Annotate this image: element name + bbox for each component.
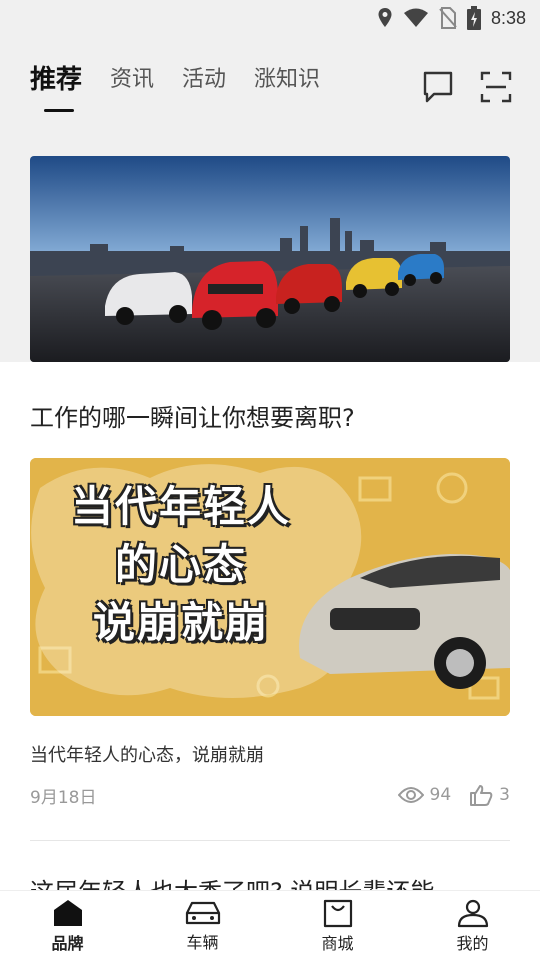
car-icon bbox=[185, 901, 220, 924]
header-actions bbox=[422, 70, 512, 104]
nav-mall[interactable]: 商城 bbox=[270, 891, 405, 960]
location-icon bbox=[378, 8, 392, 27]
cover-line-2: 的心态 bbox=[114, 540, 247, 589]
cover-line-1: 当代年轻人 bbox=[70, 482, 291, 531]
tab-recommended[interactable]: 推荐 bbox=[30, 60, 82, 112]
battery-charging-icon bbox=[466, 6, 481, 30]
scan-icon[interactable] bbox=[480, 70, 512, 104]
message-icon[interactable] bbox=[422, 70, 454, 104]
article-summary[interactable]: 当代年轻人的心态，说崩就崩 bbox=[30, 741, 264, 767]
status-time: 8:38 bbox=[490, 7, 526, 28]
tab-activities[interactable]: 活动 bbox=[182, 60, 226, 100]
nav-mall-label: 商城 bbox=[321, 933, 354, 953]
tab-news[interactable]: 资讯 bbox=[110, 60, 154, 100]
no-sim-icon bbox=[439, 7, 457, 29]
nav-vehicles-label: 车辆 bbox=[186, 932, 219, 952]
like-count-value: 3 bbox=[499, 785, 510, 805]
next-article-title[interactable]: 这届年轻人也太香了吧? 说明长辈还能 bbox=[30, 872, 510, 892]
nav-vehicles[interactable]: 车辆 bbox=[135, 891, 270, 960]
banner-image[interactable] bbox=[30, 156, 510, 362]
like-button[interactable]: 3 bbox=[469, 784, 510, 806]
article-meta: 9月18日 94 3 bbox=[30, 782, 510, 808]
article-date: 9月18日 bbox=[30, 787, 97, 808]
tab-knowledge[interactable]: 涨知识 bbox=[254, 60, 320, 100]
nav-brand[interactable]: 品牌 bbox=[0, 891, 135, 960]
nav-mine-label: 我的 bbox=[456, 933, 489, 953]
view-count-value: 94 bbox=[429, 785, 452, 805]
cover-headline: 当代年轻人 的心态 说崩就崩 bbox=[46, 478, 316, 652]
user-icon bbox=[457, 899, 488, 927]
view-count: 94 bbox=[397, 785, 452, 805]
bottom-navigation: 品牌 车辆 商城 我的 bbox=[0, 890, 540, 960]
eye-icon bbox=[397, 787, 424, 803]
article-divider bbox=[30, 840, 510, 841]
category-tabs: 推荐 资讯 活动 涨知识 bbox=[30, 60, 348, 112]
banner-cars-illustration bbox=[30, 156, 510, 362]
nav-mine[interactable]: 我的 bbox=[405, 891, 540, 960]
wifi-icon bbox=[403, 8, 428, 27]
cover-line-3: 说崩就崩 bbox=[92, 598, 269, 647]
thumbs-up-icon bbox=[470, 785, 493, 806]
article-cover-image[interactable]: 当代年轻人 的心态 说崩就崩 bbox=[30, 458, 510, 716]
shopping-bag-icon bbox=[323, 899, 352, 927]
nav-brand-label: 品牌 bbox=[51, 933, 84, 953]
article-title[interactable]: 工作的哪一瞬间让你想要离职? bbox=[30, 398, 355, 433]
home-icon bbox=[53, 899, 82, 926]
status-bar: 8:38 bbox=[0, 0, 540, 36]
